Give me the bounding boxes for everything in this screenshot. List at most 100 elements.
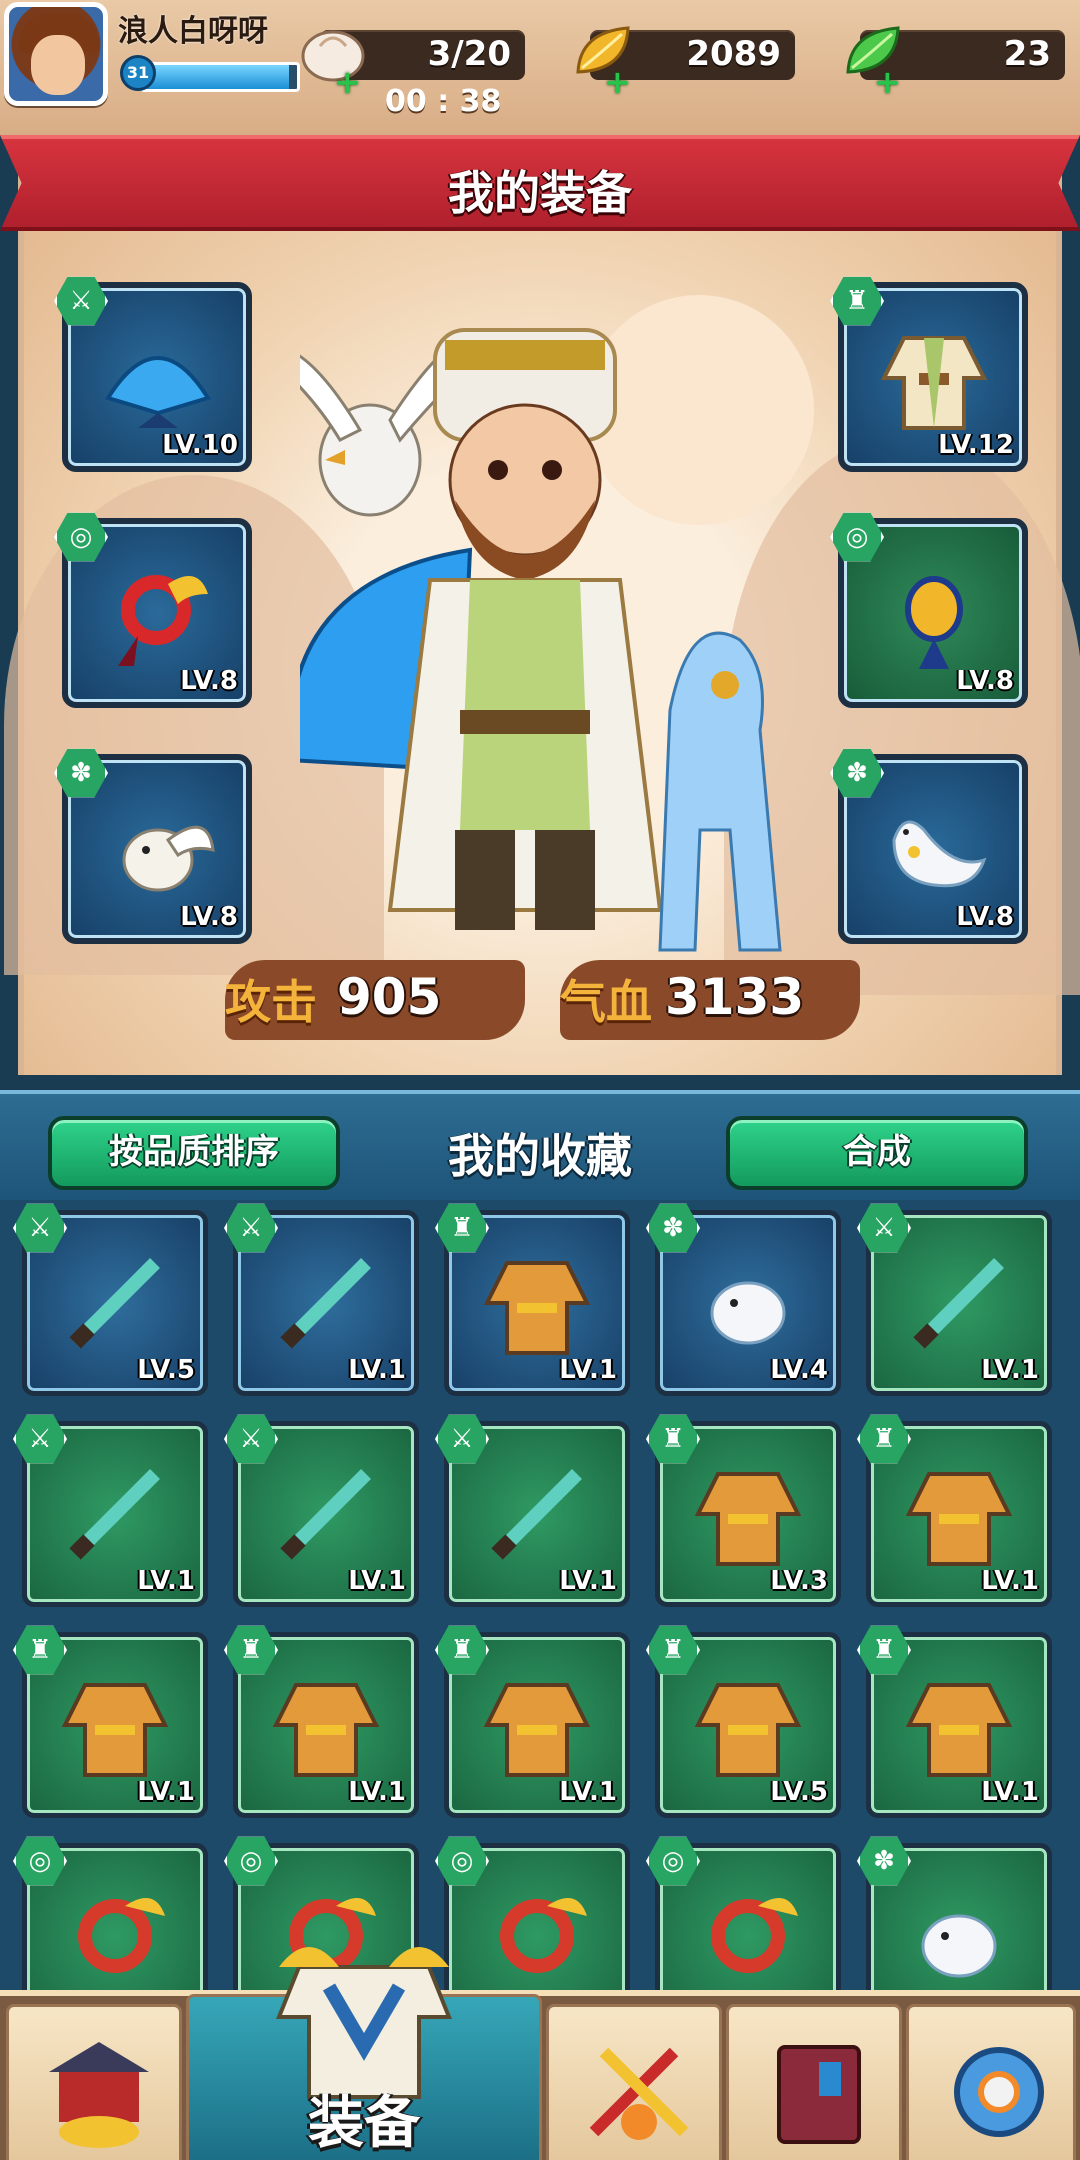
collection-item-pink-fan[interactable]: ⚔ LV.1: [224, 1414, 419, 1607]
slot-level: LV.8: [956, 902, 1014, 932]
item-level: LV.1: [981, 1355, 1039, 1385]
attack-label: 攻击: [225, 975, 317, 1029]
green-robe-icon: [880, 336, 988, 430]
player-avatar[interactable]: [4, 2, 108, 106]
slot-level: LV.8: [180, 666, 238, 696]
hp-value: 3133: [665, 968, 805, 1026]
collection-item-pink-fan[interactable]: ⚔ LV.1: [13, 1414, 208, 1607]
red-jade-pendant-icon: [500, 1898, 587, 1973]
red-jade-pendant-icon: [118, 575, 208, 666]
energy-value: 3/20: [427, 34, 511, 74]
hp-stat: 气血 3133: [560, 960, 860, 1040]
item-level: LV.1: [559, 1355, 617, 1385]
nav-equipment-label: 装备: [308, 2091, 420, 2156]
slot-level: LV.12: [938, 430, 1014, 460]
equip-slot-accessory[interactable]: ◎ LV.8: [54, 512, 252, 708]
collection-item-orange-armor[interactable]: ♜ LV.3: [646, 1414, 841, 1607]
white-ferret-pet-icon: [892, 820, 987, 888]
blue-fan-icon: [104, 356, 212, 428]
item-level: LV.1: [137, 1777, 195, 1807]
energy-plus-icon[interactable]: +: [334, 66, 361, 98]
white-bird-pet-icon: [122, 825, 215, 892]
item-level: LV.1: [559, 1566, 617, 1596]
nav-shop[interactable]: [6, 2004, 182, 2160]
blue-fur-armor-icon: [61, 1683, 169, 1777]
sort-by-quality-button[interactable]: 按品质排序: [48, 1116, 340, 1190]
item-level: LV.1: [348, 1777, 406, 1807]
gold-counter[interactable]: + 2089: [576, 26, 795, 98]
collection-item-monkey-pet[interactable]: ✽ LV.4: [646, 1203, 841, 1396]
pink-fan-icon: [69, 1469, 160, 1560]
player-level-badge: 31: [120, 55, 156, 91]
nav-book[interactable]: [726, 2004, 902, 2160]
green-sword-icon: [69, 1258, 160, 1349]
xp-bar-fill: [143, 65, 290, 89]
monkey-pet-icon: [710, 1281, 786, 1345]
equip-slot-weapon[interactable]: ⚔ LV.10: [54, 276, 252, 472]
gem-counter[interactable]: + 23: [846, 26, 1065, 98]
collection-section: 按品质排序 我的收藏 合成 ⚔ LV.5 ⚔ LV.1 ♜ LV.1 ✽ LV.4 ⚔ LV.1 ⚔…: [0, 1090, 1080, 2029]
item-level: LV.1: [981, 1777, 1039, 1807]
equip-slot-armor[interactable]: ♜ LV.12: [830, 276, 1028, 472]
pink-fan-icon: [280, 1469, 371, 1560]
green-jade-pendant-icon: [78, 1898, 165, 1973]
collection-item-gold-plate-armor[interactable]: ♜ LV.1: [435, 1625, 630, 1818]
equip-slot-accessory-2[interactable]: ◎ LV.8: [830, 512, 1028, 708]
steel-dagger-icon: [280, 1258, 371, 1349]
top-bar: 浪人白呀呀 31 + 3/20 00 : 38 + 2089 + 23: [0, 0, 1080, 135]
gold-plate-armor-icon: [694, 1683, 802, 1777]
blue-gold-pendant-icon: [711, 1898, 798, 1973]
gold-plus-icon[interactable]: +: [604, 66, 631, 98]
collection-item-steel-dagger[interactable]: ⚔ LV.1: [224, 1203, 419, 1396]
equipment-title-banner: 我的装备: [0, 135, 1080, 231]
hp-label: 气血: [560, 975, 652, 1029]
book-icon: [777, 2045, 861, 2144]
nav-settings[interactable]: [906, 2004, 1076, 2160]
equip-slot-pet[interactable]: ✽ LV.8: [54, 748, 252, 944]
collection-item-crossbow[interactable]: ⚔ LV.1: [435, 1414, 630, 1607]
blue-fur-armor-icon: [272, 1683, 380, 1777]
green-robe-icon: [905, 1683, 1013, 1777]
collection-item-green-robe[interactable]: ♜ LV.1: [857, 1625, 1052, 1818]
collection-item-blue-fur-armor[interactable]: ♜ LV.1: [13, 1625, 208, 1818]
collection-item-blue-sword[interactable]: ⚔ LV.1: [857, 1203, 1052, 1396]
white-ferret-pet-icon: [921, 1914, 997, 1978]
player-name: 浪人白呀呀: [118, 14, 268, 49]
xp-bar: [140, 62, 300, 92]
gold-value: 2089: [686, 34, 781, 74]
equip-slot-pet-2[interactable]: ✽ LV.8: [830, 748, 1028, 944]
crossbow-icon: [491, 1469, 582, 1560]
gem-plus-icon[interactable]: +: [874, 66, 901, 98]
nav-equipment[interactable]: 装备: [186, 1947, 542, 2160]
collection-item-gold-plate-armor[interactable]: ♜ LV.5: [646, 1625, 841, 1818]
shop-icon: [49, 2042, 149, 2148]
combine-button[interactable]: 合成: [726, 1116, 1028, 1190]
bottom-nav: 装备: [0, 1947, 1080, 2160]
item-level: LV.3: [770, 1566, 828, 1596]
equipment-title: 我的装备: [448, 166, 632, 220]
slot-level: LV.10: [162, 430, 238, 460]
orange-armor-icon: [905, 1472, 1013, 1566]
collection-item-blue-fur-armor[interactable]: ♜ LV.1: [224, 1625, 419, 1818]
collection-item-green-robe[interactable]: ♜ LV.1: [435, 1203, 630, 1396]
player-character[interactable]: [300, 310, 820, 960]
energy-counter[interactable]: + 3/20: [301, 30, 525, 98]
crossed-swords-icon: [589, 2047, 689, 2140]
collection-item-orange-armor[interactable]: ♜ LV.1: [857, 1414, 1052, 1607]
item-level: LV.1: [348, 1566, 406, 1596]
item-level: LV.5: [137, 1355, 195, 1385]
orange-armor-icon: [694, 1472, 802, 1566]
item-level: LV.5: [770, 1777, 828, 1807]
item-level: LV.4: [770, 1355, 828, 1385]
attack-value: 905: [337, 968, 442, 1026]
item-level: LV.1: [137, 1566, 195, 1596]
attack-stat: 攻击 905: [225, 960, 525, 1040]
nav-battle[interactable]: [546, 2004, 722, 2160]
item-level: LV.1: [981, 1566, 1039, 1596]
gem-value: 23: [1003, 34, 1051, 74]
collection-item-green-sword[interactable]: ⚔ LV.5: [13, 1203, 208, 1396]
settings-icon: [954, 2047, 1044, 2137]
gold-plate-armor-icon: [483, 1683, 591, 1777]
blue-gold-pendant-icon: [905, 576, 963, 669]
item-level: LV.1: [559, 1777, 617, 1807]
